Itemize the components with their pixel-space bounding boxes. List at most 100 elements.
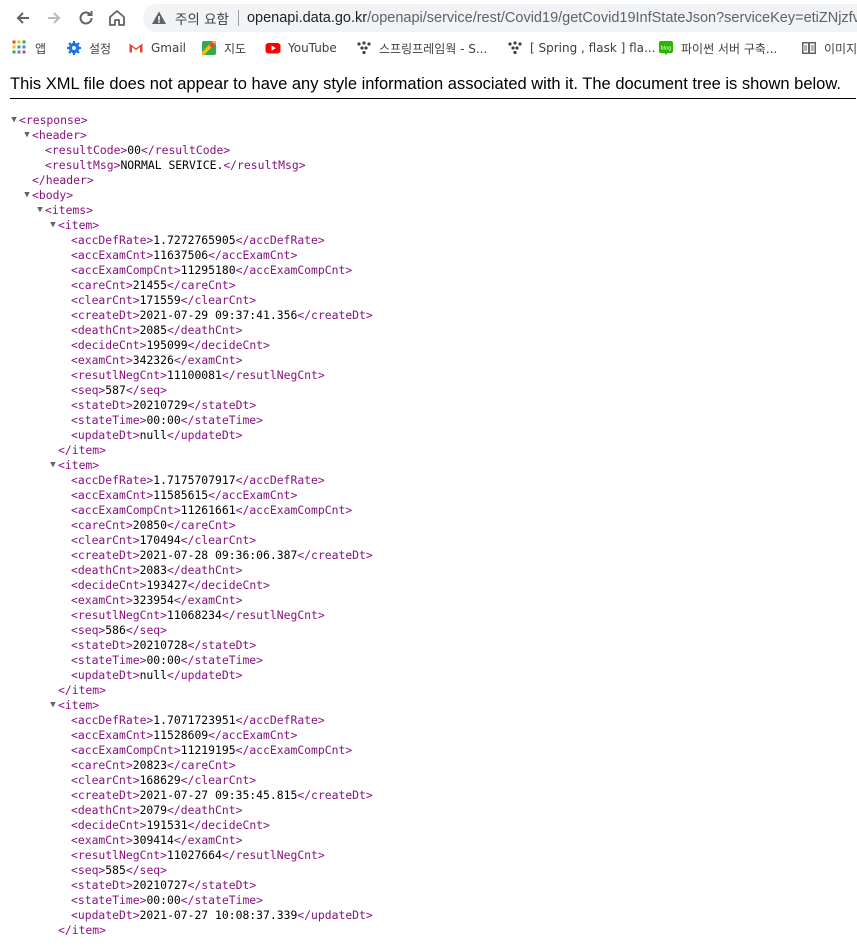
xml-tag: </seq> <box>125 623 168 637</box>
xml-tag: <careCnt> <box>71 518 133 532</box>
xml-tag: <accDefRate> <box>71 473 154 487</box>
maps-icon <box>201 40 217 56</box>
youtube-icon <box>265 40 281 56</box>
xml-leaf-accDefRate: <accDefRate> 1.7175707917 </accDefRate> <box>9 473 857 488</box>
reader-icon <box>801 40 817 56</box>
xml-tag: <seq> <box>71 863 106 877</box>
xml-tag: </examCnt> <box>173 353 243 367</box>
xml-value: 11261661 <box>180 503 236 517</box>
back-button[interactable] <box>12 7 34 29</box>
xml-tag: <accExamCompCnt> <box>71 743 181 757</box>
url-text[interactable]: openapi.data.go.kr/openapi/service/rest/… <box>247 10 857 26</box>
xml-leaf-clearCnt: <clearCnt> 170494 </clearCnt> <box>9 533 857 548</box>
reload-button[interactable] <box>75 7 97 29</box>
xml-style-notice: This XML file does not appear to have an… <box>10 65 856 99</box>
xml-tag: <header> <box>32 128 87 142</box>
xml-leaf-accExamCompCnt: <accExamCompCnt> 11261661 </accExamCompCnt… <box>9 503 857 518</box>
xml-tag: </createDt> <box>297 308 373 322</box>
collapse-toggle-icon[interactable]: ▼ <box>35 203 45 218</box>
xml-leaf-deathCnt: <deathCnt> 2079 </deathCnt> <box>9 803 857 818</box>
collapse-toggle-icon[interactable]: ▼ <box>22 128 32 143</box>
xml-leaf-seq: <seq> 587 </seq> <box>9 383 857 398</box>
xml-value: 00:00 <box>146 413 181 427</box>
xml-value: 11528609 <box>153 728 209 742</box>
xml-tag: <createDt> <box>71 788 140 802</box>
bookmark-item[interactable]: 이미지 <box>801 39 857 57</box>
xml-tag: <stateDt> <box>71 398 133 412</box>
xml-tag: </updateDt> <box>167 668 243 682</box>
xml-leaf-accDefRate: <accDefRate> 1.7071723951 </accDefRate> <box>9 713 857 728</box>
xml-leaf-stateDt: <stateDt> 20210728 </stateDt> <box>9 638 857 653</box>
xml-tag: <stateDt> <box>71 878 133 892</box>
xml-tag: </resultCode> <box>141 143 231 157</box>
xml-leaf-decideCnt: <decideCnt> 193427 </decideCnt> <box>9 578 857 593</box>
bookmark-label: Gmail <box>151 41 187 55</box>
xml-value: null <box>139 668 168 682</box>
xml-header-open[interactable]: ▼ <header> <box>9 128 857 143</box>
xml-leaf-accDefRate: <accDefRate> 1.7272765905 </accDefRate> <box>9 233 857 248</box>
xml-value: 11100081 <box>167 368 222 382</box>
collapse-toggle-icon[interactable]: ▼ <box>48 698 58 713</box>
security-label[interactable]: 주의 요함 <box>175 8 229 28</box>
xml-root-open[interactable]: ▼ <response> <box>9 113 857 128</box>
browser-toolbar: 주의 요함 openapi.data.go.kr/openapi/service… <box>0 0 857 36</box>
collapse-toggle-icon[interactable]: ▼ <box>9 113 19 128</box>
xml-tag: </resutlNegCnt> <box>221 848 325 862</box>
xml-value: 00:00 <box>146 653 181 667</box>
xml-leaf-resutlNegCnt: <resutlNegCnt> 11100081 </resutlNegCnt> <box>9 368 857 383</box>
xml-tag: <updateDt> <box>71 668 140 682</box>
xml-value: 309414 <box>132 833 174 847</box>
xml-body-open[interactable]: ▼ <body> <box>9 188 857 203</box>
blog-icon: blog <box>658 40 674 56</box>
xml-value: null <box>139 428 168 442</box>
xml-items-open[interactable]: ▼ <items> <box>9 203 857 218</box>
xml-tag: </deathCnt> <box>167 323 243 337</box>
xml-tag: <examCnt> <box>71 353 133 367</box>
bookmark-item[interactable]: 설정 <box>66 39 111 57</box>
xml-tag: </decideCnt> <box>187 338 270 352</box>
address-bar[interactable]: 주의 요함 openapi.data.go.kr/openapi/service… <box>143 4 857 32</box>
xml-value: 342326 <box>132 353 174 367</box>
xml-tag: </seq> <box>125 383 168 397</box>
xml-value: 195099 <box>146 338 188 352</box>
xml-value: 1.7071723951 <box>153 713 236 727</box>
xml-tag: </stateDt> <box>187 398 257 412</box>
bookmark-item[interactable]: blog 파이썬 서버 구축... <box>658 39 777 57</box>
xml-item-close: </item> <box>9 683 857 698</box>
xml-tag: <resultCode> <box>45 143 128 157</box>
xml-item-open[interactable]: ▼ <item> <box>9 458 857 473</box>
bookmark-item[interactable]: YouTube <box>265 39 337 57</box>
bookmark-item[interactable]: 지도 <box>201 39 246 57</box>
xml-tag: </clearCnt> <box>180 773 257 787</box>
xml-value: 20850 <box>132 518 168 532</box>
xml-tag: </accExamCompCnt> <box>235 263 353 277</box>
bookmark-item[interactable]: 앱 <box>12 39 46 57</box>
xml-tag: </resutlNegCnt> <box>221 368 325 382</box>
xml-item-open[interactable]: ▼ <item> <box>9 698 857 713</box>
xml-tag: </examCnt> <box>173 833 243 847</box>
home-button[interactable] <box>106 7 128 29</box>
xml-tag: <careCnt> <box>71 278 133 292</box>
xml-leaf-stateTime: <stateTime> 00:00 </stateTime> <box>9 893 857 908</box>
collapse-toggle-icon[interactable]: ▼ <box>48 458 58 473</box>
collapse-toggle-icon[interactable]: ▼ <box>48 218 58 233</box>
xml-tag: </seq> <box>125 863 168 877</box>
xml-tag: </item> <box>58 923 107 937</box>
forward-button[interactable] <box>43 7 65 29</box>
xml-value: 2021-07-27 09:35:45.815 <box>139 788 298 802</box>
xml-tag: </careCnt> <box>167 758 236 772</box>
xml-tag: <careCnt> <box>71 758 133 772</box>
xml-leaf-stateDt: <stateDt> 20210729 </stateDt> <box>9 398 857 413</box>
dots-icon <box>356 40 372 56</box>
xml-tag: </decideCnt> <box>187 578 270 592</box>
xml-tag: <deathCnt> <box>71 323 140 337</box>
bookmark-item[interactable]: [ Spring , flask ] fla... <box>507 39 655 57</box>
xml-item-open[interactable]: ▼ <item> <box>9 218 857 233</box>
url-host: openapi.data.go.kr <box>246 10 368 26</box>
bookmark-item[interactable]: 스프링프레임웍 - S... <box>356 39 487 57</box>
bookmark-item[interactable]: Gmail <box>128 39 186 57</box>
xml-tag: </resutlNegCnt> <box>221 608 325 622</box>
xml-tag: </stateTime> <box>180 413 264 427</box>
xml-value: 11295180 <box>180 263 236 277</box>
collapse-toggle-icon[interactable]: ▼ <box>22 188 32 203</box>
